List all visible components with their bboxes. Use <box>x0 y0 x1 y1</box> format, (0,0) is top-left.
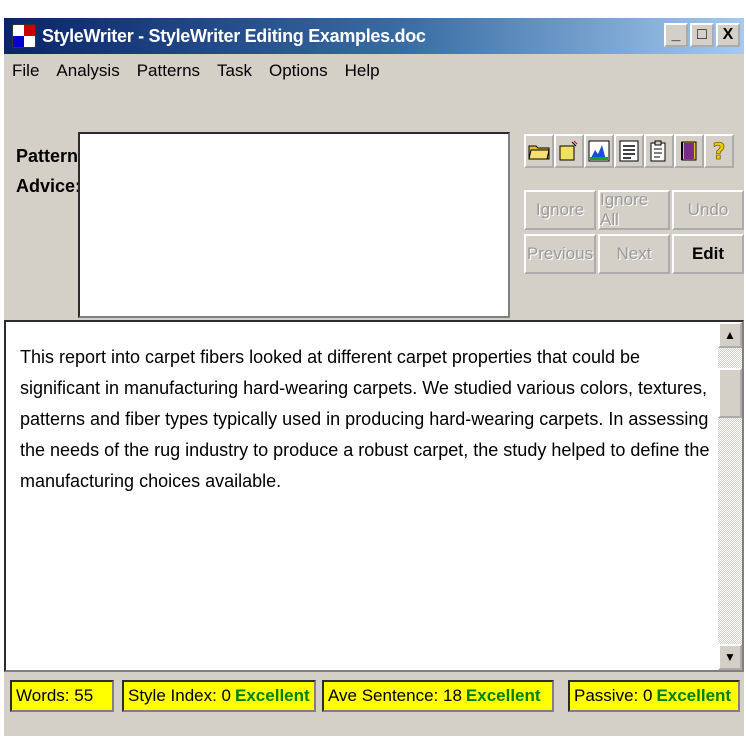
scroll-up-icon[interactable]: ▲ <box>718 322 742 348</box>
next-button[interactable]: Next <box>598 234 670 274</box>
passive-value: Excellent <box>656 686 732 705</box>
svg-text:?: ? <box>713 140 726 163</box>
pattern-label: Pattern: <box>16 146 85 166</box>
save-icon[interactable] <box>554 134 584 168</box>
minimize-button[interactable]: _ <box>664 23 688 47</box>
ignore-button[interactable]: Ignore <box>524 190 596 230</box>
chart-icon[interactable] <box>584 134 614 168</box>
ave-sentence-value: Excellent <box>465 686 541 705</box>
menu-bar: File Analysis Patterns Task Options Help <box>4 56 744 86</box>
undo-button[interactable]: Undo <box>672 190 744 230</box>
menu-analysis[interactable]: Analysis <box>46 61 126 81</box>
menu-task[interactable]: Task <box>207 61 259 81</box>
style-index-value: Excellent <box>235 686 310 705</box>
edit-button[interactable]: Edit <box>672 234 744 274</box>
ave-sentence-label: Ave Sentence: 18 <box>328 686 462 705</box>
stylewriter-window: StyleWriter - StyleWriter Editing Exampl… <box>4 18 744 736</box>
pattern-advice-panel <box>78 132 510 318</box>
ignore-all-button[interactable]: Ignore All <box>598 190 670 230</box>
words-label: Words: 55 <box>16 686 94 705</box>
status-ave-sentence: Ave Sentence: 18 Excellent <box>322 680 554 712</box>
menu-help[interactable]: Help <box>335 61 387 81</box>
open-folder-icon[interactable] <box>524 134 554 168</box>
vertical-scrollbar[interactable]: ▲ ▼ <box>718 322 742 670</box>
scroll-thumb[interactable] <box>718 368 742 418</box>
document-text[interactable]: This report into carpet fibers looked at… <box>20 342 710 497</box>
menu-patterns[interactable]: Patterns <box>127 61 207 81</box>
advice-label: Advice: <box>16 176 82 196</box>
maximize-button[interactable]: □ <box>690 23 714 47</box>
document-editor[interactable]: This report into carpet fibers looked at… <box>4 320 744 672</box>
status-bar: Words: 55 Style Index: 0 Excellent Ave S… <box>4 676 744 716</box>
status-passive: Passive: 0 Excellent <box>568 680 740 712</box>
book-icon[interactable] <box>674 134 704 168</box>
clipboard-icon[interactable] <box>644 134 674 168</box>
scroll-down-icon[interactable]: ▼ <box>718 644 742 670</box>
passive-label: Passive: 0 <box>574 686 653 705</box>
previous-button[interactable]: Previous <box>524 234 596 274</box>
app-icon[interactable] <box>12 24 36 48</box>
menu-options[interactable]: Options <box>259 61 335 81</box>
title-bar[interactable]: StyleWriter - StyleWriter Editing Exampl… <box>4 18 744 54</box>
status-words: Words: 55 <box>10 680 114 712</box>
list-icon[interactable] <box>614 134 644 168</box>
close-button[interactable]: X <box>716 23 740 47</box>
menu-file[interactable]: File <box>4 61 46 81</box>
window-title: StyleWriter - StyleWriter Editing Exampl… <box>42 25 426 46</box>
style-index-label: Style Index: 0 <box>128 686 232 705</box>
status-style-index: Style Index: 0 Excellent <box>122 680 316 712</box>
help-icon[interactable]: ? <box>704 134 734 168</box>
